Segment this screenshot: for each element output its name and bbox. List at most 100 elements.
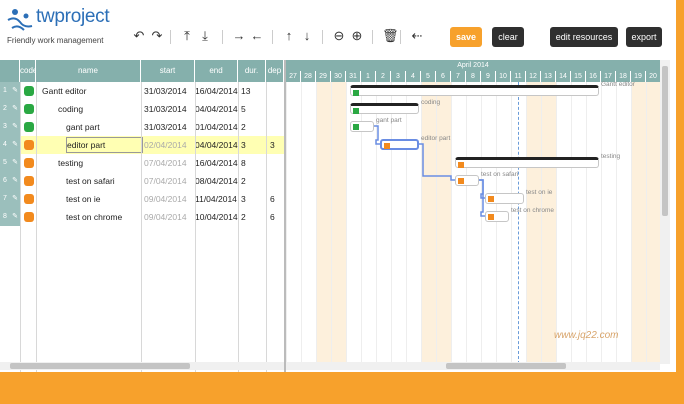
zoom-in-icon[interactable]: ⊕ (350, 28, 364, 44)
task-name[interactable]: test on safari (66, 172, 141, 190)
task-end[interactable]: 11/04/2014 (195, 190, 239, 208)
task-name[interactable]: coding (58, 100, 141, 118)
table-row[interactable]: 2 ✎ coding 31/03/2014 04/04/2014 5 (0, 100, 284, 118)
task-duration[interactable]: 2 (241, 172, 267, 190)
task-duration[interactable]: 8 (241, 154, 267, 172)
move-up-icon[interactable]: ↑ (282, 28, 296, 44)
task-end[interactable]: 16/04/2014 (195, 82, 239, 100)
column-header-code[interactable]: code (20, 60, 36, 82)
gantt-bar[interactable] (485, 193, 524, 204)
status-indicator[interactable] (24, 158, 34, 168)
zoom-out-icon[interactable]: ⊖ (332, 28, 346, 44)
task-dependency[interactable] (270, 100, 284, 118)
gantt-bar[interactable] (350, 85, 599, 96)
status-indicator[interactable] (24, 122, 34, 132)
task-dependency[interactable]: 6 (270, 190, 284, 208)
task-start[interactable]: 07/04/2014 (144, 172, 196, 190)
task-end[interactable]: 04/04/2014 (195, 136, 239, 154)
task-dependency[interactable]: 3 (270, 136, 284, 154)
row-edit-icon[interactable]: ✎ (10, 118, 20, 136)
outdent-icon[interactable]: ← (250, 28, 264, 44)
task-dependency[interactable]: 6 (270, 208, 284, 226)
task-name[interactable]: test on chrome (66, 208, 141, 226)
table-row[interactable]: 7 ✎ test on ie 09/04/2014 11/04/2014 3 6 (0, 190, 284, 208)
task-start[interactable]: 09/04/2014 (144, 208, 196, 226)
gantt-horizontal-scrollbar[interactable] (286, 362, 660, 370)
task-end[interactable]: 04/04/2014 (195, 100, 239, 118)
task-name[interactable]: gant part (66, 118, 141, 136)
task-duration[interactable]: 5 (241, 100, 267, 118)
table-row[interactable]: 1 ✎ Gantt editor 31/03/2014 16/04/2014 13 (0, 82, 284, 100)
status-indicator[interactable] (24, 86, 34, 96)
gantt-bar[interactable] (485, 211, 509, 222)
task-end[interactable]: 16/04/2014 (195, 154, 239, 172)
gantt-bar[interactable] (455, 157, 599, 168)
vertical-scroll-thumb[interactable] (662, 66, 668, 216)
clear-button[interactable]: clear (492, 27, 524, 47)
task-start[interactable]: 31/03/2014 (144, 82, 196, 100)
task-end[interactable]: 10/04/2014 (195, 208, 239, 226)
column-header-dep[interactable]: dep (266, 60, 284, 82)
task-dependency[interactable] (270, 154, 284, 172)
table-row[interactable]: 6 ✎ test on safari 07/04/2014 08/04/2014 2 (0, 172, 284, 190)
status-indicator[interactable] (24, 176, 34, 186)
task-name[interactable]: Gantt editor (42, 82, 141, 100)
status-indicator[interactable] (24, 212, 34, 222)
row-edit-icon[interactable]: ✎ (10, 100, 20, 118)
move-down-icon[interactable]: ↓ (300, 28, 314, 44)
row-edit-icon[interactable]: ✎ (10, 172, 20, 190)
undo-icon[interactable]: ↶ (132, 28, 146, 44)
redo-icon[interactable]: ↷ (150, 28, 164, 44)
column-header-end[interactable]: end (195, 60, 238, 82)
table-row[interactable]: 3 ✎ gant part 31/03/2014 01/04/2014 2 (0, 118, 284, 136)
table-row[interactable]: 5 ✎ testing 07/04/2014 16/04/2014 8 (0, 154, 284, 172)
task-duration[interactable]: 2 (241, 208, 267, 226)
task-duration[interactable]: 3 (241, 190, 267, 208)
table-row[interactable]: 4 ✎ editor part 02/04/2014 04/04/2014 3 3 (0, 136, 284, 154)
status-indicator[interactable] (24, 140, 34, 150)
row-edit-icon[interactable]: ✎ (10, 208, 20, 226)
dependency-icon[interactable]: ⇠ (410, 28, 424, 44)
row-edit-icon[interactable]: ✎ (10, 82, 20, 100)
task-name[interactable]: testing (58, 154, 141, 172)
gantt-bar[interactable] (380, 139, 419, 150)
row-edit-icon[interactable]: ✎ (10, 154, 20, 172)
status-indicator[interactable] (24, 104, 34, 114)
grid-horizontal-scrollbar[interactable] (0, 362, 284, 370)
task-start[interactable]: 31/03/2014 (144, 118, 196, 136)
gantt-scroll-thumb[interactable] (446, 363, 566, 369)
table-row[interactable]: 8 ✎ test on chrome 09/04/2014 10/04/2014 2 6 (0, 208, 284, 226)
status-indicator[interactable] (24, 194, 34, 204)
gantt-bar[interactable] (350, 103, 419, 114)
row-edit-icon[interactable]: ✎ (10, 190, 20, 208)
column-header-dur[interactable]: dur. (238, 60, 266, 82)
column-header-name[interactable]: name (36, 60, 141, 82)
gantt-bar[interactable] (455, 175, 479, 186)
grid-scroll-thumb[interactable] (10, 363, 190, 369)
task-end[interactable]: 01/04/2014 (195, 118, 239, 136)
task-start[interactable]: 02/04/2014 (144, 136, 196, 154)
task-name[interactable]: test on ie (66, 190, 141, 208)
edit-resources-button[interactable]: edit resources (550, 27, 618, 47)
insert-below-icon[interactable]: ⤓ (198, 28, 212, 44)
gantt-bar[interactable] (350, 121, 374, 132)
task-dependency[interactable] (270, 172, 284, 190)
task-dependency[interactable] (270, 118, 284, 136)
delete-icon[interactable]: 🗑 (382, 28, 399, 44)
task-name[interactable]: editor part (66, 137, 143, 153)
task-duration[interactable]: 2 (241, 118, 267, 136)
task-start[interactable]: 09/04/2014 (144, 190, 196, 208)
task-dependency[interactable] (270, 82, 284, 100)
task-start[interactable]: 07/04/2014 (144, 154, 196, 172)
task-end[interactable]: 08/04/2014 (195, 172, 239, 190)
task-duration[interactable]: 13 (241, 82, 267, 100)
indent-icon[interactable]: → (232, 28, 246, 44)
insert-above-icon[interactable]: ⤒ (180, 28, 194, 44)
vertical-scrollbar[interactable] (660, 60, 670, 364)
row-edit-icon[interactable]: ✎ (10, 136, 20, 154)
export-button[interactable]: export (626, 27, 662, 47)
column-header-start[interactable]: start (141, 60, 195, 82)
task-start[interactable]: 31/03/2014 (144, 100, 196, 118)
save-button[interactable]: save (450, 27, 482, 47)
task-duration[interactable]: 3 (241, 136, 267, 154)
